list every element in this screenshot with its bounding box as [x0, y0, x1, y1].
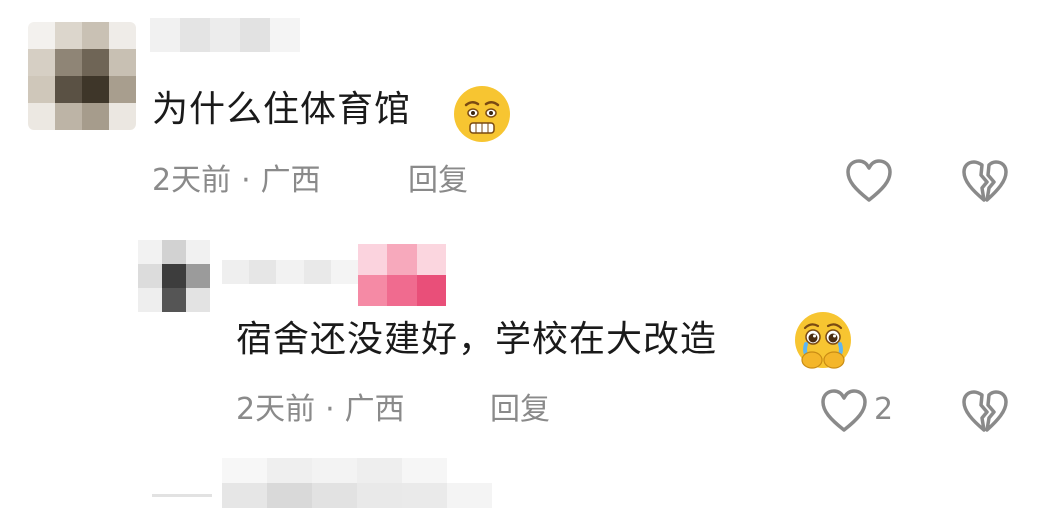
- username[interactable]: [222, 260, 358, 284]
- comment-text: 宿舍还没建好，学校在大改造: [236, 319, 718, 360]
- comment-location: 广西: [260, 163, 321, 198]
- reply-button[interactable]: 回复: [408, 163, 468, 199]
- heart-outline-icon[interactable]: [845, 158, 893, 204]
- divider: [152, 494, 212, 497]
- avatar[interactable]: [28, 22, 136, 130]
- broken-heart-icon[interactable]: [962, 160, 1008, 204]
- holding-back-tears-emoji: [795, 312, 851, 369]
- comment-time: 2天前: [236, 392, 316, 427]
- comment-text: 为什么住体育馆: [152, 89, 412, 130]
- comment-location: 广西: [344, 392, 405, 427]
- meta-separator: ·: [325, 392, 335, 427]
- comment-time: 2天前: [152, 163, 232, 198]
- like-count: 2: [874, 392, 894, 427]
- username[interactable]: [150, 18, 300, 52]
- broken-heart-icon[interactable]: [962, 390, 1008, 434]
- user-badge: [358, 244, 446, 306]
- comment-meta: 2天前 · 广西: [236, 392, 405, 428]
- avatar[interactable]: [138, 240, 210, 312]
- reply-button[interactable]: 回复: [490, 392, 550, 428]
- blurred-content: [222, 458, 492, 508]
- comment-meta: 2天前 · 广西: [152, 163, 321, 199]
- grimacing-face-emoji: [454, 86, 510, 142]
- heart-outline-icon[interactable]: [820, 388, 868, 434]
- meta-separator: ·: [241, 163, 251, 198]
